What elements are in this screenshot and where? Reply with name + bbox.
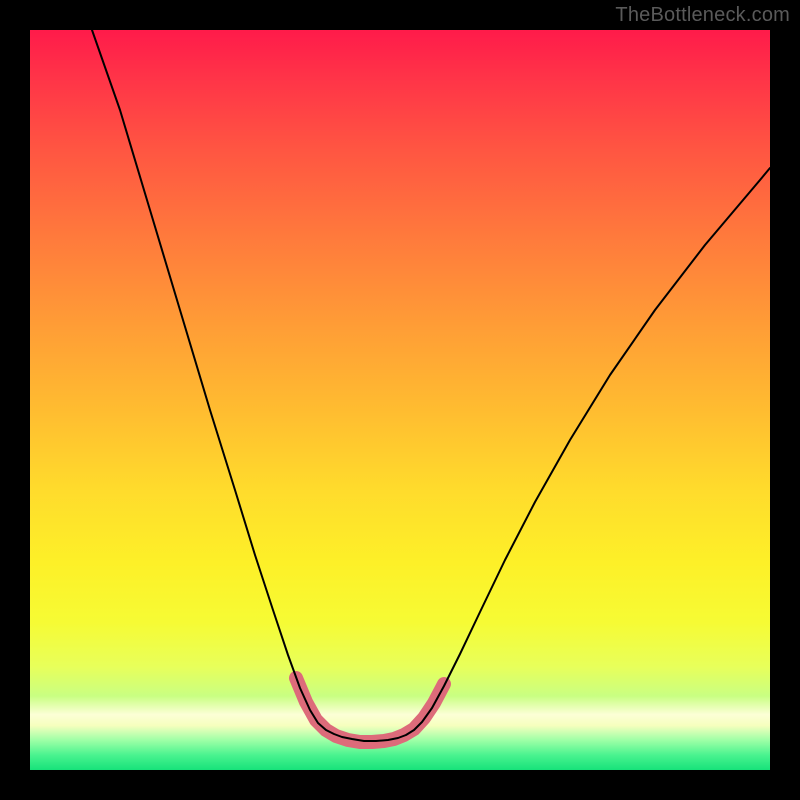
highlight-band — [296, 678, 444, 742]
watermark-text: TheBottleneck.com — [615, 4, 790, 27]
curve-layer — [30, 30, 770, 770]
chart-frame: TheBottleneck.com — [0, 0, 800, 800]
main-curve — [92, 30, 770, 741]
plot-area — [30, 30, 770, 770]
